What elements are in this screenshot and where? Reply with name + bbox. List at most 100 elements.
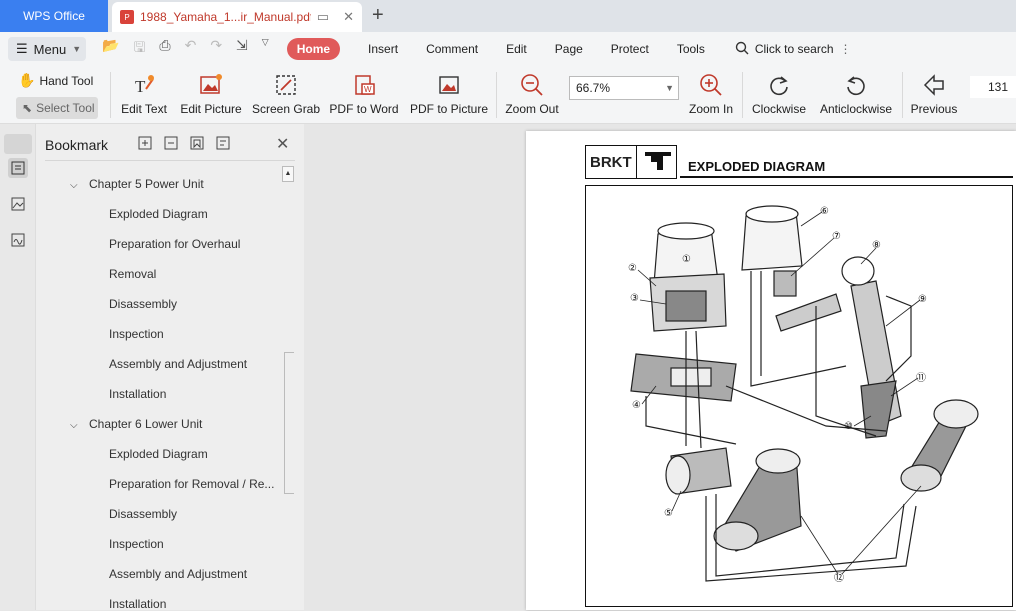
signature-icon[interactable] [8,230,28,250]
expand-all-icon[interactable] [138,136,152,150]
bookmark-item[interactable]: Exploded Diagram [109,207,208,221]
bookmark-chapter-5[interactable]: Chapter 5 Power Unit [89,177,204,191]
callout-7: ⑦ [832,231,841,242]
float-window-icon[interactable]: ▭ [317,9,329,25]
rotate-anticlockwise-icon [816,72,896,98]
undo-icon[interactable]: ↶ [185,37,197,61]
pdf-to-word-label: PDF to Word [329,102,399,116]
menu-protect[interactable]: Protect [611,42,649,56]
pdf-to-picture-button[interactable]: PDF to Picture [408,72,490,116]
menu-insert[interactable]: Insert [368,42,398,56]
menu-edit[interactable]: Edit [506,42,527,56]
print-icon[interactable]: ⎙ [159,37,170,61]
chevron-down-icon: ▼ [72,44,82,54]
add-bookmark-icon[interactable] [190,136,204,150]
arrow-left-icon [906,72,962,98]
diagram-drawing: ① ② ③ ④ ⑤ ⑥ ⑦ ⑧ ⑨ ⑩ ⑪ ⑫ [628,205,979,584]
menu-button[interactable]: ☰ Menu ▼ [8,37,86,61]
redo-icon[interactable]: ↷ [210,37,222,61]
bookmark-scrollbar[interactable] [284,352,294,494]
divider [110,72,111,118]
close-icon[interactable]: ✕ [276,134,289,154]
menu-comment[interactable]: Comment [426,42,478,56]
zoom-in-label: Zoom In [688,102,733,116]
divider [902,72,903,118]
clockwise-button[interactable]: Clockwise [748,72,810,116]
bookmark-panel-icon[interactable] [8,158,28,178]
thumbnail-icon[interactable] [8,194,28,214]
bookmark-item[interactable]: Disassembly [109,507,177,521]
bookmark-item[interactable]: Installation [109,387,166,401]
open-icon[interactable]: 📂 [102,37,119,61]
zoom-in-button[interactable]: Zoom In [684,72,738,116]
callout-2: ② [628,263,637,274]
more-icon[interactable]: ▽ [262,37,269,61]
callout-9: ⑨ [918,294,927,305]
pdf-to-word-button[interactable]: W PDF to Word [328,72,400,116]
bookmark-item[interactable]: Assembly and Adjustment [109,567,247,581]
search-icon [735,41,749,58]
edit-text-label: Edit Text [121,102,167,116]
export-icon[interactable]: ⇲ [236,37,248,61]
bookmark-item[interactable]: Disassembly [109,297,177,311]
tab-bar: WPS Office P 1988_Yamaha_1...ir_Manual.p… [0,0,1016,32]
bookmark-item[interactable]: Removal [109,267,156,281]
bracket-symbol-icon [637,148,673,177]
scroll-up-button[interactable]: ▲ [282,166,294,182]
search-box[interactable]: Click to search ⋮ [735,41,852,58]
menu-home[interactable]: Home [286,38,341,60]
hand-tool-button[interactable]: ✋ Hand Tool [18,72,98,89]
tab-wps-office[interactable]: WPS Office [0,0,108,32]
page-number: 131 [987,80,1008,94]
select-tool-button[interactable]: ⬉ Select Tool [16,97,98,119]
callout-6: ⑥ [820,206,829,217]
zoom-out-button[interactable]: Zoom Out [500,72,564,116]
rotate-clockwise-icon [748,72,810,98]
edit-picture-icon [178,72,244,98]
collapse-all-icon[interactable] [164,136,178,150]
anticlockwise-button[interactable]: Anticlockwise [816,72,896,116]
chevron-down-icon[interactable]: ⌵ [70,420,78,431]
previous-button[interactable]: Previous [906,72,962,116]
left-rail [0,124,36,610]
bookmark-chapter-6[interactable]: Chapter 6 Lower Unit [89,417,202,431]
tab-document[interactable]: P 1988_Yamaha_1...ir_Manual.pdf ▭ ✕ [112,2,362,32]
zoom-select[interactable]: 66.7% ▼ [569,76,679,100]
bookmark-item[interactable]: Exploded Diagram [109,447,208,461]
bookmark-item[interactable]: Inspection [109,537,164,551]
bookmark-item[interactable]: Inspection [109,327,164,341]
menu-page[interactable]: Page [555,42,583,56]
exploded-diagram: ① ② ③ ④ ⑤ ⑥ ⑦ ⑧ ⑨ ⑩ ⑪ ⑫ [585,185,1013,607]
zoom-value: 66.7% [576,81,611,95]
clockwise-label: Clockwise [751,102,806,116]
chevron-down-icon: ▼ [665,83,674,93]
hamburger-icon: ☰ [16,41,28,56]
divider [742,72,743,118]
callout-4: ④ [632,400,641,411]
screen-grab-label: Screen Grab [252,102,321,116]
edit-picture-button[interactable]: Edit Picture [178,72,244,116]
screen-grab-button[interactable]: Screen Grab [252,72,320,116]
screen-grab-icon [252,72,320,98]
ribbon: ✋ Hand Tool ⬉ Select Tool T Edit Text Ed… [0,66,1016,124]
chevron-down-icon[interactable]: ⌵ [70,180,78,191]
save-icon[interactable]: 🖫 [133,37,145,61]
bookmark-item[interactable]: Installation [109,597,166,611]
bookmark-title: Bookmark [45,137,109,153]
bookmark-item[interactable]: Preparation for Removal / Re... [109,477,274,491]
bookmark-item[interactable]: Preparation for Overhaul [109,237,240,251]
bookmark-options-icon[interactable] [216,136,230,150]
new-tab-icon[interactable]: + [372,4,384,27]
page-heading: EXPLODED DIAGRAM [688,159,826,174]
tab-wps-label: WPS Office [23,9,85,23]
page-number-input[interactable]: 131 [970,76,1016,98]
edit-text-button[interactable]: T Edit Text [118,72,170,116]
hand-icon: ✋ [18,72,36,88]
kebab-icon[interactable]: ⋮ [840,42,852,56]
bookmark-item[interactable]: Assembly and Adjustment [109,357,247,371]
menu-tools[interactable]: Tools [677,42,705,56]
divider [496,72,497,118]
menu-label: Menu [33,41,67,57]
close-tab-icon[interactable]: ✕ [343,9,354,25]
menu-home-label: Home [296,42,331,56]
